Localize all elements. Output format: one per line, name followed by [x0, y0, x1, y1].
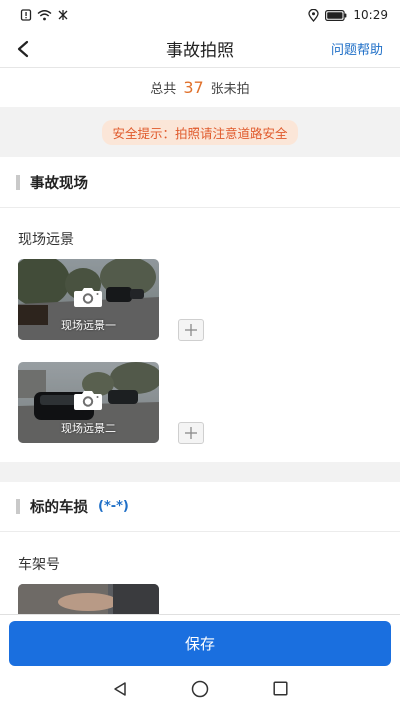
count-suffix: 张未拍	[210, 82, 250, 97]
section-header-accident-scene: 事故现场	[0, 158, 400, 208]
section-header-vehicle-damage: 标的车损 (*-*)	[0, 482, 400, 532]
signal-icon	[57, 9, 69, 21]
nav-bar: 事故拍照 问题帮助	[0, 30, 400, 68]
camera-icon	[74, 391, 102, 410]
save-bar: 保存	[0, 614, 400, 670]
save-button[interactable]: 保存	[9, 621, 391, 666]
photo-caption: 现场远景一	[61, 319, 116, 332]
plate-number-label: (*-*)	[98, 499, 129, 514]
notification-icon	[20, 9, 32, 21]
status-right: 10:29	[308, 8, 388, 22]
section-marker	[16, 499, 20, 514]
back-arrow-icon	[17, 40, 29, 58]
photo-tile[interactable]	[18, 584, 159, 614]
location-icon	[308, 8, 320, 22]
home-circle-icon[interactable]	[191, 680, 209, 702]
photo-count-summary: 总共 37 张未拍	[0, 69, 400, 106]
status-left	[20, 9, 69, 21]
section-title: 标的车损	[30, 500, 88, 516]
section-marker	[16, 175, 20, 190]
status-bar: 10:29	[0, 0, 400, 30]
wifi-icon	[37, 9, 52, 21]
recents-square-icon[interactable]	[273, 681, 288, 700]
safety-tip-banner: 安全提示：拍照请注意道路安全	[0, 107, 400, 157]
help-link[interactable]: 问题帮助	[331, 39, 383, 58]
camera-icon	[74, 288, 102, 307]
safety-tip-text: 安全提示：拍照请注意道路安全	[102, 119, 298, 145]
photo-caption: 现场远景二	[61, 422, 116, 435]
vin-photo-thumbnail	[18, 584, 159, 614]
section-title: 事故现场	[30, 176, 88, 192]
count-number: 37	[183, 78, 204, 97]
plus-icon	[185, 427, 197, 439]
photo-tile[interactable]: 现场远景二	[18, 362, 159, 443]
system-navigation-bar	[0, 670, 400, 711]
section-divider	[0, 462, 400, 482]
photo-tile[interactable]: 现场远景一	[18, 259, 159, 340]
back-button[interactable]	[10, 36, 36, 62]
add-photo-button[interactable]	[178, 319, 204, 341]
screen: 10:29 事故拍照 问题帮助 总共 37 张未拍 安全提示：拍照请注意道路安全…	[0, 0, 400, 711]
status-time: 10:29	[353, 8, 388, 22]
battery-icon	[325, 9, 347, 21]
count-prefix: 总共	[150, 82, 177, 97]
subsection-label-distant-view: 现场远景	[18, 232, 74, 248]
subsection-label-vin: 车架号	[18, 557, 60, 573]
add-photo-button[interactable]	[178, 422, 204, 444]
back-triangle-icon[interactable]	[112, 681, 128, 701]
plus-icon	[185, 324, 197, 336]
